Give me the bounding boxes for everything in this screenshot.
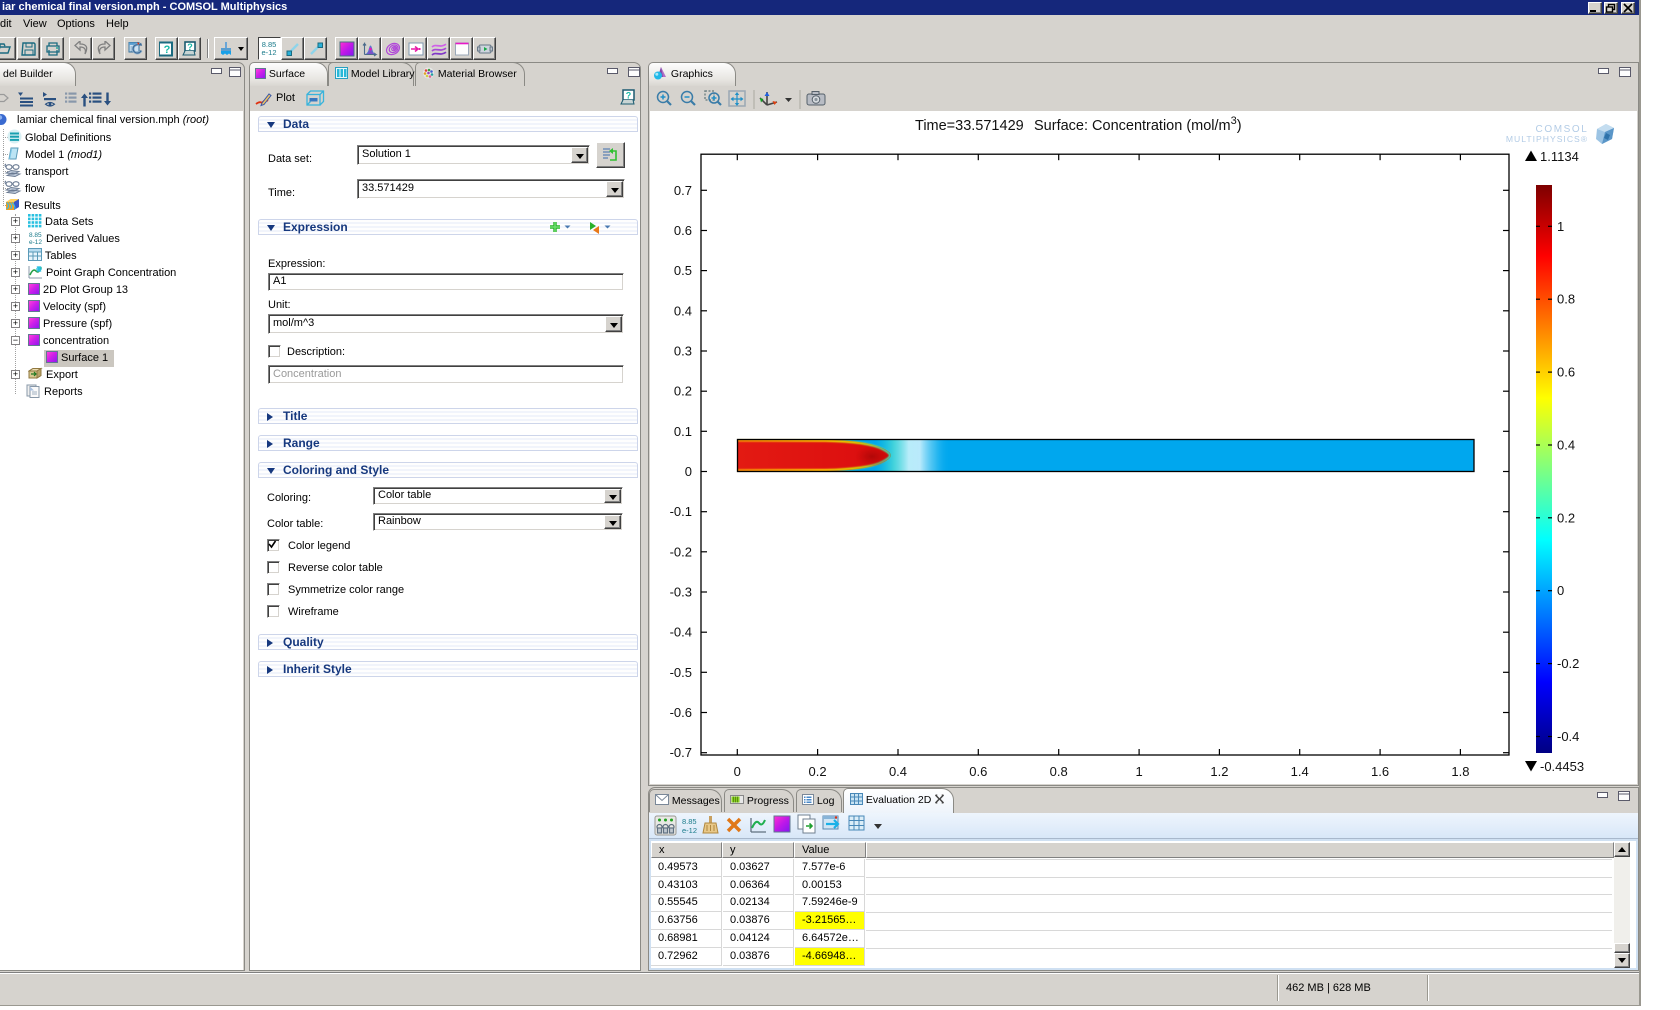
svg-text:e-12: e-12 (261, 48, 276, 57)
svg-text:-0.2: -0.2 (1557, 656, 1579, 671)
svg-text:0: 0 (685, 464, 692, 479)
svg-text:-0.4453: -0.4453 (1540, 759, 1584, 774)
svg-text:-0.3: -0.3 (670, 585, 692, 600)
svg-text:?: ? (164, 44, 171, 56)
svg-text:0.2: 0.2 (809, 764, 827, 779)
svg-text:Time=33.571429: Time=33.571429 (915, 118, 1024, 134)
svg-text:-0.4: -0.4 (670, 625, 692, 640)
svg-text:0.6: 0.6 (1557, 365, 1575, 380)
svg-text:?: ? (187, 42, 193, 52)
svg-text:0: 0 (734, 764, 741, 779)
svg-text:0.3: 0.3 (674, 344, 692, 359)
svg-text:0.2: 0.2 (1557, 510, 1575, 525)
svg-text:e-12: e-12 (29, 239, 42, 245)
svg-text:8.85: 8.85 (682, 817, 697, 826)
svg-text:1.4: 1.4 (1291, 764, 1309, 779)
svg-text:1: 1 (1135, 764, 1142, 779)
svg-text:0: 0 (1557, 583, 1564, 598)
svg-text:0.4: 0.4 (1557, 438, 1575, 453)
svg-text:8.85: 8.85 (29, 232, 42, 239)
svg-text:Surface: Concentration (mol/m3: Surface: Concentration (mol/m3) (1034, 115, 1242, 134)
svg-text:0.1: 0.1 (674, 424, 692, 439)
svg-text:-0.1: -0.1 (670, 504, 692, 519)
svg-text:1.1134: 1.1134 (1540, 149, 1579, 164)
svg-text:0.4: 0.4 (889, 764, 907, 779)
svg-text:0.8: 0.8 (1050, 764, 1068, 779)
svg-text:0.7: 0.7 (674, 183, 692, 198)
svg-text:1.6: 1.6 (1371, 764, 1389, 779)
svg-text:0.8: 0.8 (1557, 292, 1575, 307)
svg-text:-0.4: -0.4 (1557, 729, 1579, 744)
svg-text:0.2: 0.2 (674, 384, 692, 399)
svg-text:-0.2: -0.2 (670, 544, 692, 559)
svg-text:1.8: 1.8 (1451, 764, 1469, 779)
svg-text:-0.7: -0.7 (670, 745, 692, 760)
svg-text:?: ? (626, 91, 632, 101)
svg-text:0.5: 0.5 (674, 263, 692, 278)
svg-text:e-12: e-12 (682, 826, 697, 835)
svg-text:1.2: 1.2 (1210, 764, 1228, 779)
svg-text:-0.5: -0.5 (670, 665, 692, 680)
svg-text:MULTIPHYSICS®: MULTIPHYSICS® (1506, 134, 1588, 144)
svg-text:0.6: 0.6 (969, 764, 987, 779)
svg-text:0.6: 0.6 (674, 223, 692, 238)
svg-text:-0.6: -0.6 (670, 705, 692, 720)
svg-text:0.4: 0.4 (674, 303, 692, 318)
svg-text:1: 1 (1557, 219, 1564, 234)
